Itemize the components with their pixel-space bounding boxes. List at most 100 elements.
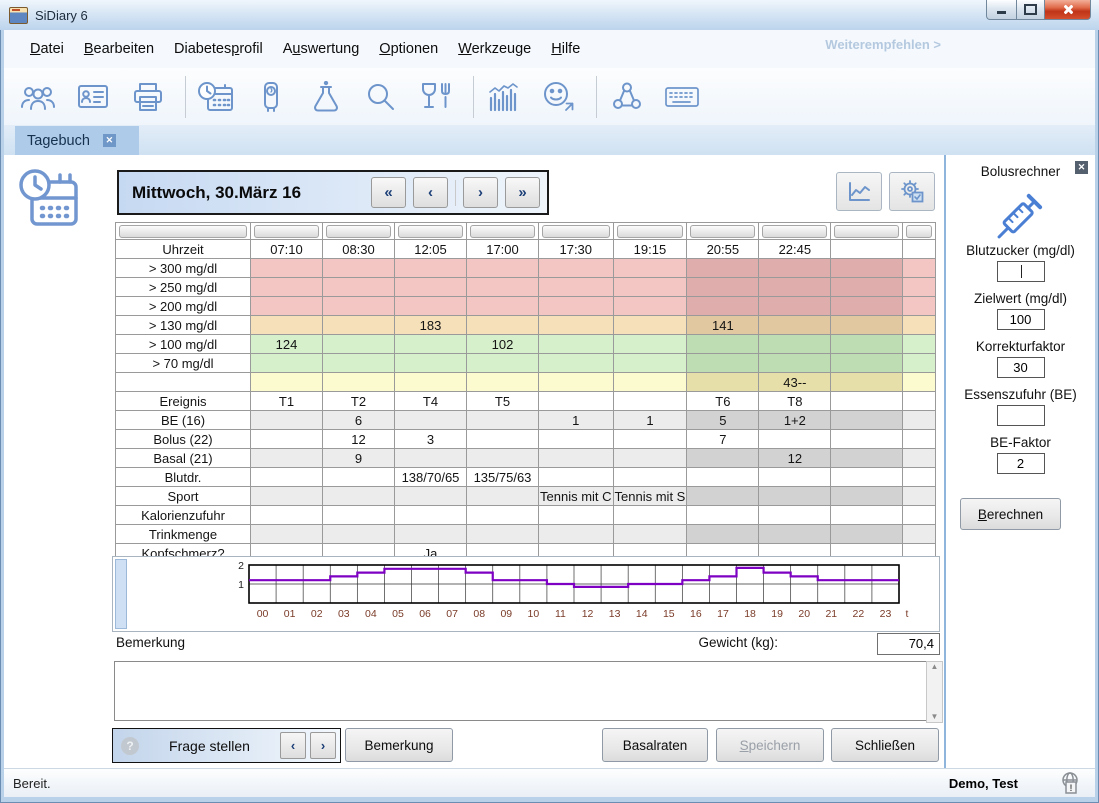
recommend-link[interactable]: Weiterempfehlen > <box>825 37 941 52</box>
menu-item-auswertung[interactable]: Auswertung <box>273 36 370 62</box>
diary-cell[interactable]: 135/75/63 <box>467 468 539 487</box>
diary-cell[interactable]: 5 <box>687 411 759 430</box>
diary-cell[interactable] <box>323 373 395 392</box>
diary-cell[interactable] <box>613 506 687 525</box>
show-graph-button[interactable] <box>836 172 882 211</box>
diary-cell[interactable]: 17:00 <box>467 240 539 259</box>
diary-cell[interactable] <box>323 487 395 506</box>
diary-cell[interactable] <box>251 487 323 506</box>
diary-cell[interactable] <box>539 316 614 335</box>
diary-cell[interactable] <box>539 506 614 525</box>
diary-cell[interactable] <box>539 373 614 392</box>
berechnen-button[interactable]: Berechnen <box>960 498 1061 530</box>
diary-cell[interactable] <box>759 354 831 373</box>
diary-cell[interactable] <box>759 525 831 544</box>
diary-cell[interactable] <box>831 278 903 297</box>
bolus-field-input[interactable]: 100 <box>997 309 1045 330</box>
menu-item-bearbeiten[interactable]: Bearbeiten <box>74 36 164 62</box>
diary-cell[interactable] <box>759 278 831 297</box>
diary-cell[interactable]: 1 <box>613 411 687 430</box>
bolus-field-input[interactable] <box>997 261 1045 282</box>
diary-cell[interactable] <box>395 278 467 297</box>
diary-cell[interactable] <box>395 335 467 354</box>
diary-cell[interactable]: 1 <box>539 411 614 430</box>
diary-cell[interactable] <box>323 316 395 335</box>
column-header-button[interactable] <box>906 225 932 238</box>
diary-cell[interactable] <box>251 525 323 544</box>
diary-cell[interactable] <box>687 525 759 544</box>
diary-cell[interactable] <box>759 297 831 316</box>
diary-cell[interactable] <box>903 259 936 278</box>
smiley-export-icon[interactable] <box>539 78 579 116</box>
diary-cell[interactable] <box>395 506 467 525</box>
diary-cell[interactable] <box>687 449 759 468</box>
column-header-button[interactable] <box>254 225 319 238</box>
diary-cell[interactable] <box>467 373 539 392</box>
diary-cell[interactable] <box>251 411 323 430</box>
diary-cell[interactable] <box>395 297 467 316</box>
diary-cell[interactable] <box>903 430 936 449</box>
diary-cell[interactable] <box>539 392 614 411</box>
column-header-button[interactable] <box>542 225 610 238</box>
diary-cell[interactable] <box>687 297 759 316</box>
diary-cell[interactable] <box>467 411 539 430</box>
speichern-button[interactable]: Speichern <box>716 728 824 762</box>
diary-cell[interactable]: 43-- <box>759 373 831 392</box>
diary-cell[interactable] <box>903 449 936 468</box>
menu-item-hilfe[interactable]: Hilfe <box>541 36 590 62</box>
column-header-button[interactable] <box>617 225 684 238</box>
maximize-button[interactable] <box>1017 0 1045 20</box>
menu-item-datei[interactable]: Datei <box>20 36 74 62</box>
diary-cell[interactable] <box>759 335 831 354</box>
bolus-field-input[interactable]: 2 <box>997 453 1045 474</box>
diary-cell[interactable] <box>251 430 323 449</box>
diary-cell[interactable]: 141 <box>687 316 759 335</box>
diary-cell[interactable]: T4 <box>395 392 467 411</box>
close-button[interactable] <box>1045 0 1091 20</box>
diary-cell[interactable]: T8 <box>759 392 831 411</box>
diary-cell[interactable] <box>323 259 395 278</box>
diary-cell[interactable] <box>831 468 903 487</box>
diary-cell[interactable] <box>613 468 687 487</box>
diary-cell[interactable] <box>251 506 323 525</box>
diary-cell[interactable] <box>251 259 323 278</box>
diary-cell[interactable] <box>831 487 903 506</box>
diary-cell[interactable] <box>467 259 539 278</box>
frage-next-button[interactable]: › <box>310 732 336 759</box>
diary-cell[interactable] <box>903 354 936 373</box>
textarea-scrollbar[interactable]: ▲ ▼ <box>926 661 943 723</box>
diary-cell[interactable]: 19:15 <box>613 240 687 259</box>
diary-cell[interactable] <box>903 240 936 259</box>
diary-cell[interactable] <box>251 468 323 487</box>
diary-cell[interactable] <box>831 316 903 335</box>
diary-cell[interactable] <box>251 373 323 392</box>
schliessen-button[interactable]: Schließen <box>831 728 939 762</box>
diary-cell[interactable]: 22:45 <box>759 240 831 259</box>
scroll-up-icon[interactable]: ▲ <box>931 662 939 672</box>
frage-prev-button[interactable]: ‹ <box>280 732 306 759</box>
diary-cell[interactable]: 138/70/65 <box>395 468 467 487</box>
calendar-clock-icon[interactable] <box>196 78 236 116</box>
diary-cell[interactable] <box>539 430 614 449</box>
diary-cell[interactable] <box>613 449 687 468</box>
column-header-button[interactable] <box>398 225 463 238</box>
column-header-button[interactable] <box>119 225 247 238</box>
diary-cell[interactable] <box>831 449 903 468</box>
users-icon[interactable] <box>18 78 58 116</box>
diary-cell[interactable] <box>539 297 614 316</box>
basalraten-button[interactable]: Basalraten <box>602 728 708 762</box>
diary-cell[interactable] <box>903 373 936 392</box>
column-header-button[interactable] <box>762 225 827 238</box>
diary-cell[interactable] <box>613 392 687 411</box>
diary-cell[interactable]: 124 <box>251 335 323 354</box>
diary-cell[interactable] <box>831 354 903 373</box>
diary-cell[interactable] <box>759 430 831 449</box>
diary-cell[interactable] <box>903 297 936 316</box>
diary-cell[interactable] <box>467 316 539 335</box>
diary-cell[interactable] <box>613 373 687 392</box>
diary-cell[interactable] <box>613 278 687 297</box>
diary-cell[interactable] <box>903 487 936 506</box>
diary-cell[interactable] <box>323 506 395 525</box>
diary-cell[interactable] <box>903 468 936 487</box>
diary-cell[interactable] <box>467 297 539 316</box>
